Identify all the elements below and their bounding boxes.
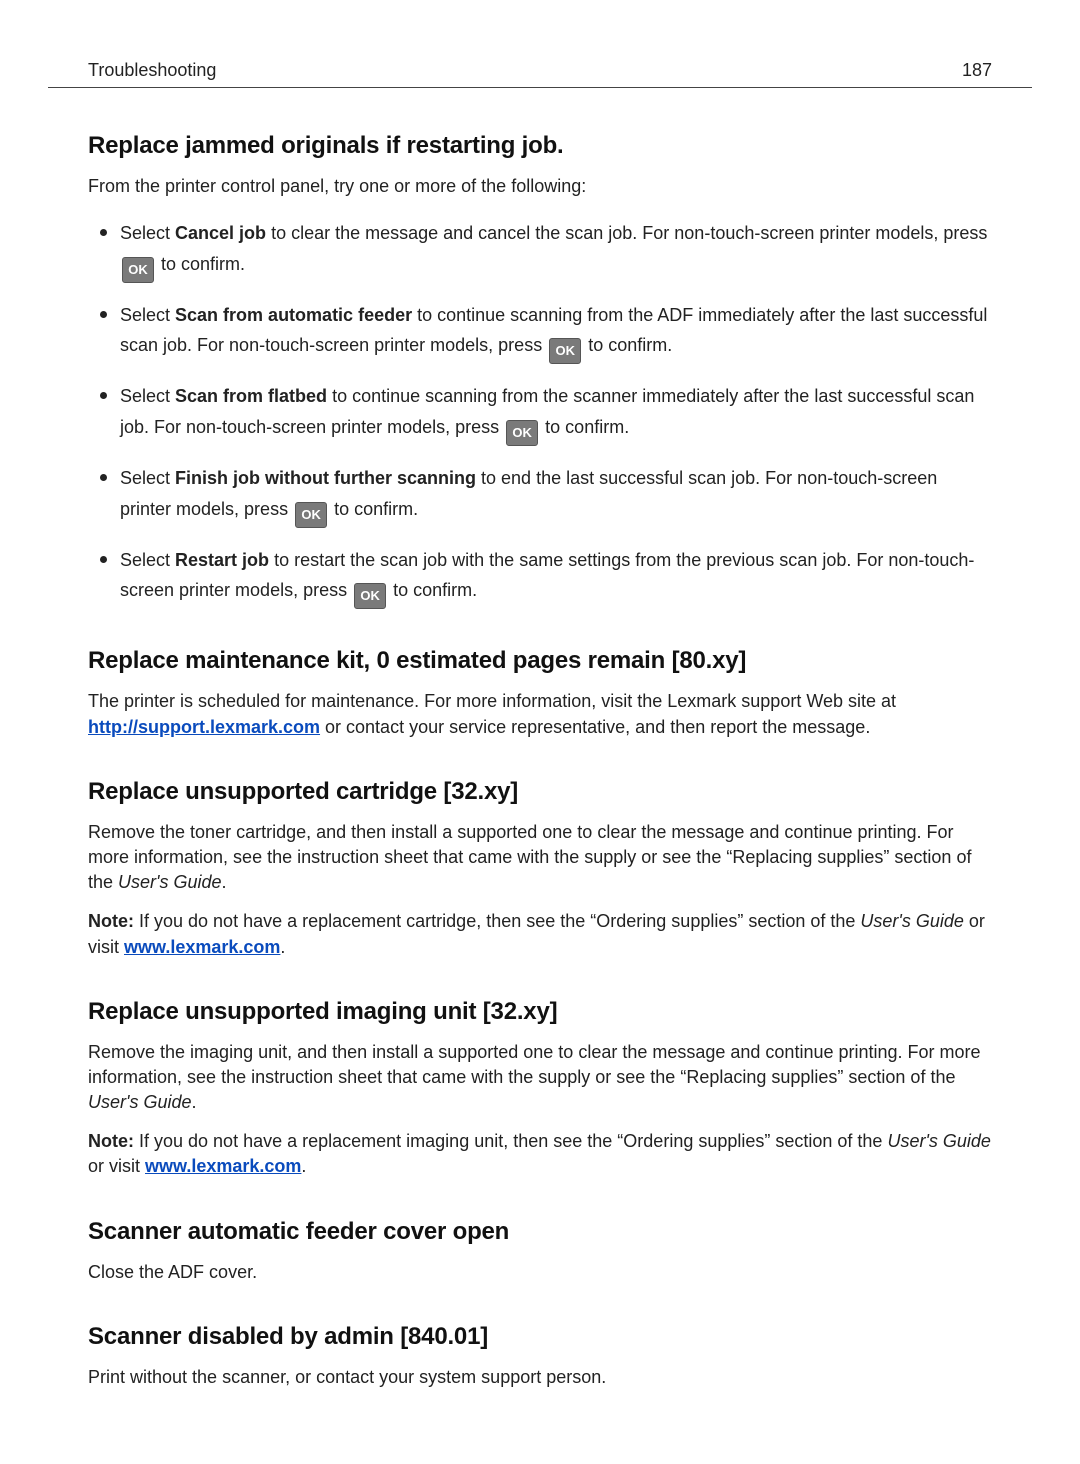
italic-users-guide: User's Guide: [887, 1131, 990, 1151]
text: .: [222, 872, 227, 892]
text: If you do not have a replacement imaging…: [134, 1131, 887, 1151]
header-section-title: Troubleshooting: [88, 60, 216, 81]
text: .: [191, 1092, 196, 1112]
bullet-cancel-job: Select Cancel job to clear the message a…: [120, 213, 992, 283]
note-unsupported-cartridge: Note: If you do not have a replacement c…: [88, 909, 992, 959]
text: or visit: [88, 1156, 145, 1176]
link-support-lexmark[interactable]: http://support.lexmark.com: [88, 717, 320, 737]
heading-unsupported-imaging: Replace unsupported imaging unit [32.xy]: [88, 998, 992, 1026]
link-lexmark-com[interactable]: www.lexmark.com: [145, 1156, 301, 1176]
paragraph-scanner-disabled: Print without the scanner, or contact yo…: [88, 1365, 992, 1390]
italic-users-guide: User's Guide: [118, 872, 221, 892]
intro-replace-jammed: From the printer control panel, try one …: [88, 174, 992, 199]
note-label: Note:: [88, 911, 134, 931]
text: Select: [120, 386, 175, 406]
bullet-restart-job: Select Restart job to restart the scan j…: [120, 540, 992, 610]
link-lexmark-com[interactable]: www.lexmark.com: [124, 937, 280, 957]
text: Remove the imaging unit, and then instal…: [88, 1042, 981, 1087]
paragraph-maintenance-kit: The printer is scheduled for maintenance…: [88, 689, 992, 739]
bullet-scan-adf: Select Scan from automatic feeder to con…: [120, 295, 992, 365]
paragraph-adf-cover: Close the ADF cover.: [88, 1260, 992, 1285]
paragraph-unsupported-imaging: Remove the imaging unit, and then instal…: [88, 1040, 992, 1116]
bold-term: Cancel job: [175, 223, 266, 243]
text: to confirm.: [329, 499, 418, 519]
text: Select: [120, 468, 175, 488]
text: Select: [120, 305, 175, 325]
text: to clear the message and cancel the scan…: [266, 223, 987, 243]
italic-users-guide: User's Guide: [88, 1092, 191, 1112]
page-content: Replace jammed originals if restarting j…: [48, 132, 1032, 1390]
text: .: [280, 937, 285, 957]
bold-term: Restart job: [175, 550, 269, 570]
heading-replace-jammed: Replace jammed originals if restarting j…: [88, 132, 992, 160]
heading-adf-cover: Scanner automatic feeder cover open: [88, 1218, 992, 1246]
paragraph-unsupported-cartridge: Remove the toner cartridge, and then ins…: [88, 820, 992, 896]
note-unsupported-imaging: Note: If you do not have a replacement i…: [88, 1129, 992, 1179]
heading-scanner-disabled: Scanner disabled by admin [840.01]: [88, 1323, 992, 1351]
document-page: Troubleshooting 187 Replace jammed origi…: [0, 0, 1080, 1464]
ok-button-icon: OK: [549, 338, 581, 364]
text: If you do not have a replacement cartrid…: [134, 911, 860, 931]
text: to confirm.: [583, 335, 672, 355]
text: or contact your service representative, …: [320, 717, 870, 737]
ok-button-icon: OK: [122, 257, 154, 283]
text: to confirm.: [156, 254, 245, 274]
header-page-number: 187: [962, 60, 992, 81]
text: to confirm.: [540, 417, 629, 437]
bullet-finish-job: Select Finish job without further scanni…: [120, 458, 992, 528]
text: The printer is scheduled for maintenance…: [88, 691, 896, 711]
text: Select: [120, 223, 175, 243]
note-label: Note:: [88, 1131, 134, 1151]
ok-button-icon: OK: [506, 420, 538, 446]
bold-term: Scan from automatic feeder: [175, 305, 412, 325]
text: to confirm.: [388, 580, 477, 600]
heading-unsupported-cartridge: Replace unsupported cartridge [32.xy]: [88, 778, 992, 806]
bullet-scan-flatbed: Select Scan from flatbed to continue sca…: [120, 376, 992, 446]
running-header: Troubleshooting 187: [48, 60, 1032, 88]
ok-button-icon: OK: [295, 502, 327, 528]
text: Select: [120, 550, 175, 570]
bold-term: Finish job without further scanning: [175, 468, 476, 488]
heading-maintenance-kit: Replace maintenance kit, 0 estimated pag…: [88, 647, 992, 675]
text: .: [301, 1156, 306, 1176]
bullet-list-replace-jammed: Select Cancel job to clear the message a…: [94, 213, 992, 609]
bold-term: Scan from flatbed: [175, 386, 327, 406]
ok-button-icon: OK: [354, 583, 386, 609]
italic-users-guide: User's Guide: [860, 911, 963, 931]
